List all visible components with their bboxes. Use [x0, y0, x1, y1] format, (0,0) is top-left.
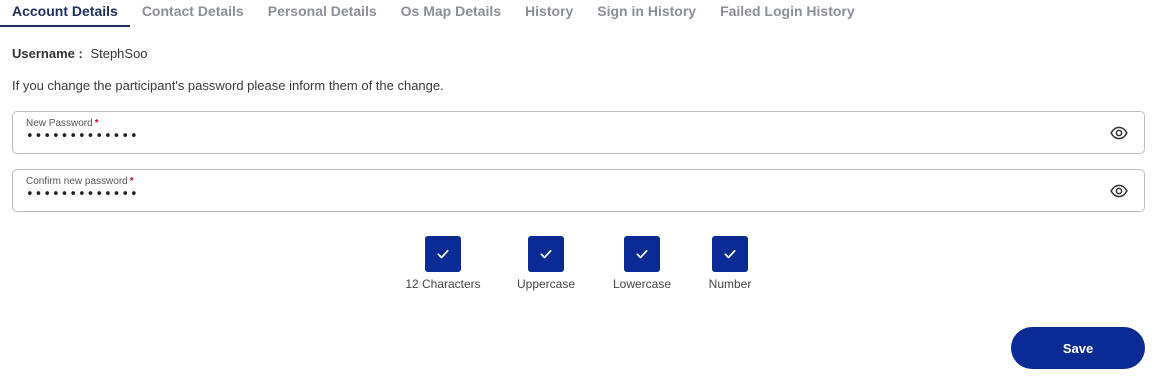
check-icon	[425, 236, 461, 272]
tab-personal-details[interactable]: Personal Details	[256, 0, 389, 27]
confirm-password-label: Confirm new password *	[26, 176, 134, 187]
tab-account-details[interactable]: Account Details	[0, 0, 130, 27]
requirement-number: Number	[700, 236, 760, 291]
username-row: Username : StephSoo	[12, 46, 148, 61]
save-button[interactable]: Save	[1011, 327, 1145, 369]
new-password-field[interactable]: New Password *	[12, 111, 1145, 154]
tab-history[interactable]: History	[513, 0, 585, 27]
requirement-label: Uppercase	[516, 277, 576, 291]
new-password-label: New Password *	[26, 118, 99, 129]
check-icon	[624, 236, 660, 272]
tab-sign-in-history[interactable]: Sign in History	[585, 0, 708, 27]
tab-failed-login-history[interactable]: Failed Login History	[708, 0, 867, 27]
requirement-label: 12 Characters	[405, 277, 481, 291]
requirement-label: Number	[708, 277, 752, 291]
tab-os-map-details[interactable]: Os Map Details	[389, 0, 513, 27]
tab-bar: Account Details Contact Details Personal…	[0, 0, 867, 30]
eye-icon[interactable]	[1110, 124, 1128, 142]
username-value: StephSoo	[90, 46, 148, 61]
tab-contact-details[interactable]: Contact Details	[130, 0, 256, 27]
username-label: Username :	[12, 46, 83, 61]
requirement-label: Lowercase	[612, 277, 672, 291]
eye-icon[interactable]	[1110, 182, 1128, 200]
check-icon	[528, 236, 564, 272]
required-mark: *	[129, 176, 134, 187]
requirement-uppercase: Uppercase	[512, 236, 580, 291]
requirement-lowercase: Lowercase	[607, 236, 677, 291]
password-change-info: If you change the participant's password…	[12, 78, 444, 93]
required-mark: *	[94, 118, 99, 129]
account-details-page: Account Details Contact Details Personal…	[0, 0, 1156, 379]
new-password-input[interactable]	[26, 129, 1026, 144]
confirm-password-input[interactable]	[26, 187, 1026, 202]
requirement-12-characters: 12 Characters	[400, 236, 486, 291]
check-icon	[712, 236, 748, 272]
confirm-password-field[interactable]: Confirm new password *	[12, 169, 1145, 212]
